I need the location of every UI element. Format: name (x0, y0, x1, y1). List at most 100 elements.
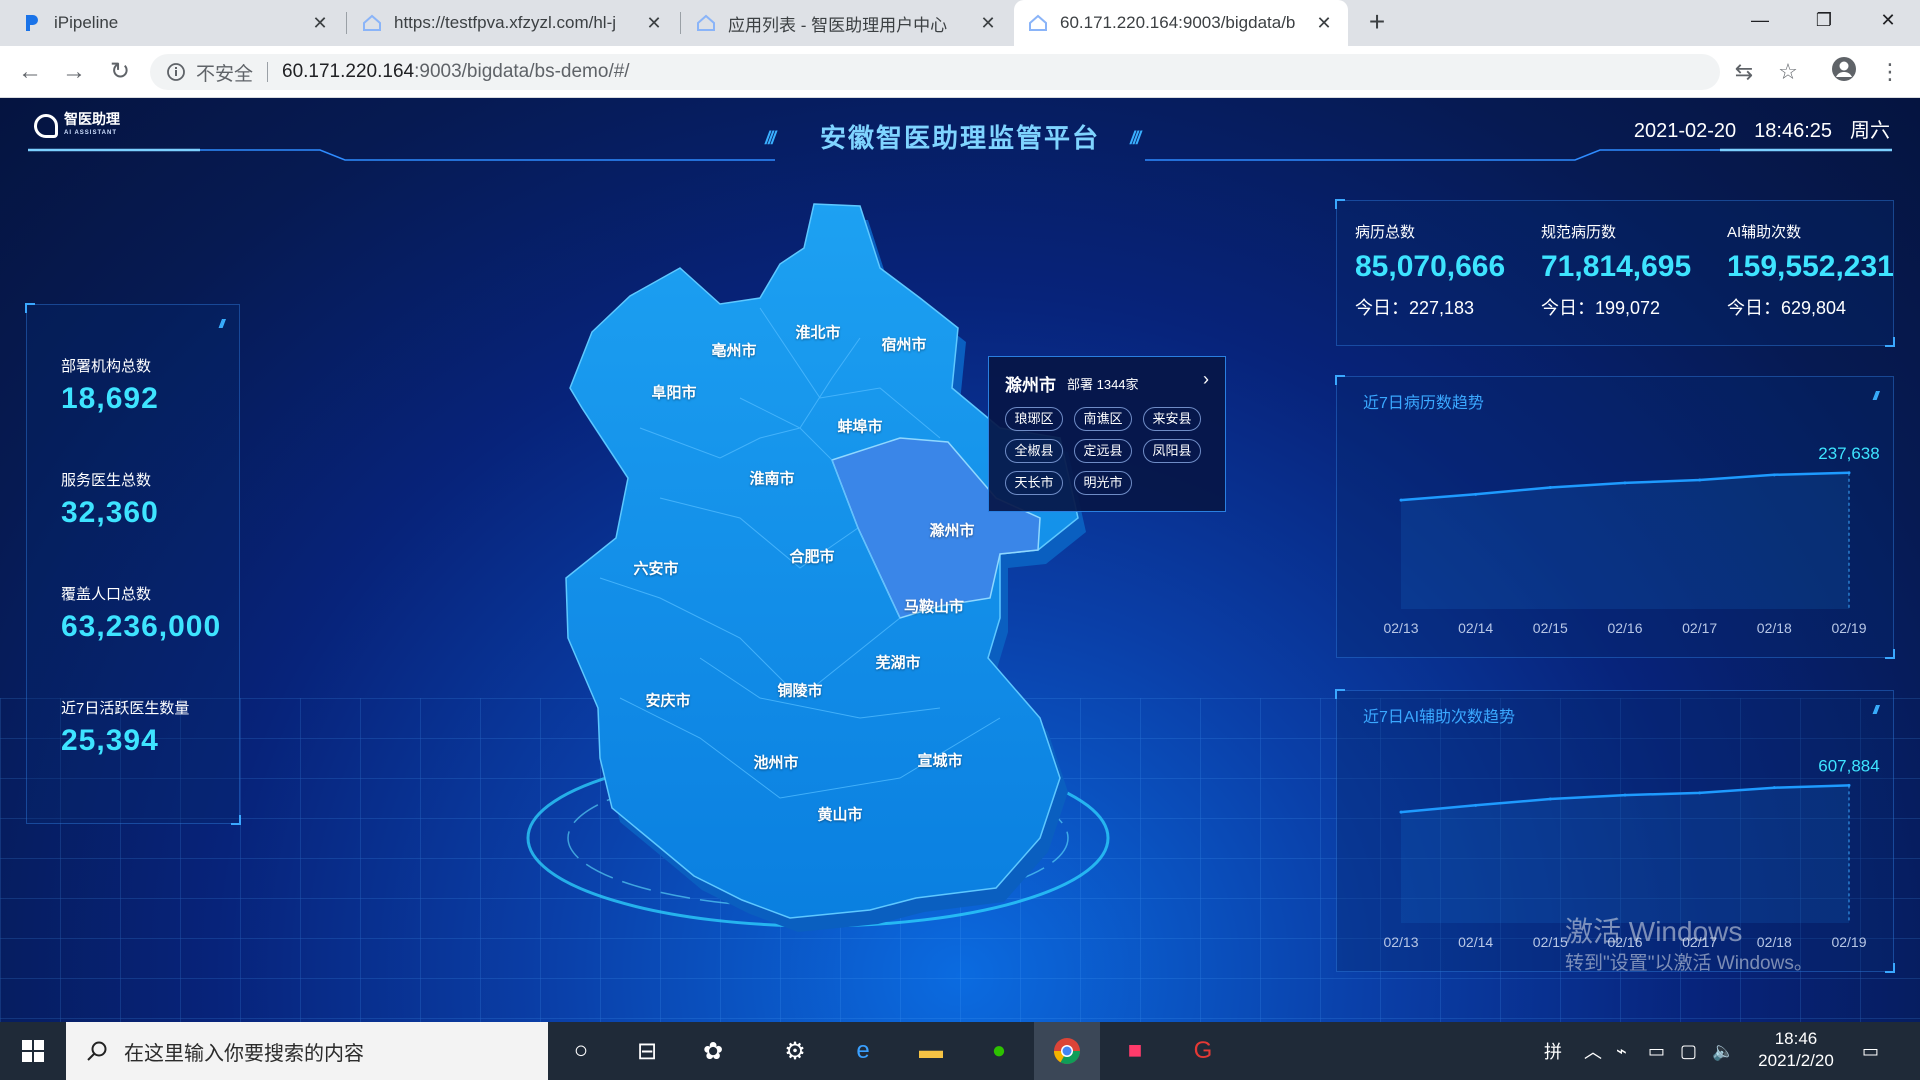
kpi-today-value: 629,804 (1781, 298, 1847, 318)
x-tick-label: 02/19 (1831, 620, 1866, 636)
kpi-today-label: 今日： (1355, 298, 1409, 318)
map-label-huaibei[interactable]: 淮北市 (795, 322, 840, 343)
tab-testfpva[interactable]: https://testfpva.xfzyzl.com/hl-j ✕ (348, 0, 678, 46)
site-icon (697, 14, 715, 31)
x-tick-label: 02/19 (1831, 934, 1866, 950)
close-icon[interactable]: ✕ (644, 13, 664, 34)
map-label-huangshan[interactable]: 黄山市 (817, 804, 862, 825)
kpi-label: 规范病历数 (1541, 224, 1617, 241)
ime-indicator[interactable]: 拼 (1544, 1022, 1562, 1080)
data-point (1698, 478, 1702, 482)
map-label-fuyang[interactable]: 阜阳市 (651, 382, 696, 403)
x-tick-label: 02/18 (1757, 620, 1792, 636)
district-chip[interactable]: 定远县 (1074, 439, 1132, 463)
bookmark-star-icon[interactable]: ☆ (1772, 56, 1804, 88)
close-icon[interactable]: ✕ (310, 13, 330, 34)
battery-icon[interactable]: ▭ (1648, 1022, 1665, 1080)
close-window-button[interactable]: ✕ (1860, 0, 1916, 40)
tray-chevron-up-icon[interactable]: ︿ (1584, 1022, 1602, 1080)
back-button[interactable]: ← (14, 56, 46, 88)
map-label-maanshan[interactable]: 马鞍山市 (904, 596, 964, 617)
clock-time: 18:46 (1774, 1029, 1818, 1048)
windows-activation-hint: 转到"设置"以激活 Windows。 (1565, 953, 1813, 974)
district-chip[interactable]: 凤阳县 (1143, 439, 1201, 463)
kpi-value: 71,814,695 (1541, 250, 1692, 283)
map-label-wuhu[interactable]: 芜湖市 (875, 652, 920, 673)
task-view-icon[interactable]: ⊟ (614, 1022, 680, 1080)
data-point (1474, 803, 1478, 807)
map-label-chuzhou[interactable]: 滁州市 (929, 520, 974, 541)
site-icon (1029, 14, 1047, 31)
close-icon[interactable]: ✕ (978, 13, 998, 34)
x-tick-label: 02/17 (1682, 620, 1717, 636)
cortana-icon[interactable]: ○ (548, 1022, 614, 1080)
tooltip-city: 滁州市 (1005, 376, 1056, 395)
kpi-today-label: 今日： (1541, 298, 1595, 318)
wechat-icon[interactable]: ● (966, 1022, 1032, 1080)
url-bar[interactable]: 不安全 60.171.220.164:9003/bigdata/bs-demo/… (150, 54, 1720, 90)
kpi-value: 159,552,231 (1727, 250, 1894, 283)
kpi-today-value: 199,072 (1595, 298, 1661, 318)
map-label-hefei[interactable]: 合肥市 (789, 546, 834, 567)
district-chip[interactable]: 南谯区 (1074, 407, 1132, 431)
close-icon[interactable]: ✕ (1314, 13, 1334, 34)
network-icon[interactable]: ⌁ (1616, 1022, 1627, 1080)
windows-logo-icon (22, 1040, 44, 1062)
tab-title: iPipeline (54, 13, 119, 32)
taskbar-search[interactable]: 在这里输入你要搜索的内容 (66, 1022, 548, 1080)
minimize-button[interactable]: — (1732, 0, 1788, 40)
intellij-icon[interactable]: ■ (1102, 1022, 1168, 1080)
tab-ipipeline[interactable]: iPipeline ✕ (8, 0, 344, 46)
notifications-icon[interactable]: ▭ (1862, 1022, 1879, 1080)
taskbar-clock[interactable]: 18:46 2021/2/20 (1748, 1028, 1844, 1072)
data-point (1623, 481, 1627, 485)
district-chip[interactable]: 来安县 (1143, 407, 1201, 431)
search-placeholder: 在这里输入你要搜索的内容 (124, 1042, 364, 1065)
tooltip-count: 部署 1344家 (1067, 377, 1139, 392)
chrome-icon[interactable] (1034, 1022, 1100, 1080)
district-chip[interactable]: 天长市 (1005, 471, 1063, 495)
app-pinwheel-icon[interactable]: ✿ (680, 1022, 746, 1080)
tab-title: 60.171.220.164:9003/bigdata/b (1060, 13, 1296, 32)
map-label-suzhou[interactable]: 宿州市 (881, 334, 926, 355)
district-chip[interactable]: 全椒县 (1005, 439, 1063, 463)
tab-app-list[interactable]: 应用列表 - 智医助理用户中心 ✕ (682, 0, 1012, 46)
kpi-ai-assists: AI辅助次数 159,552,231 今日：629,804 (1727, 221, 1894, 320)
new-tab-button[interactable]: + (1360, 6, 1394, 40)
data-point (1548, 797, 1552, 801)
district-chip[interactable]: 明光市 (1074, 471, 1132, 495)
chevron-right-icon[interactable]: › (1203, 369, 1209, 390)
records-trend-panel: 近7日病历数趋势 /// 237,638 02/13 02/14 02/15 02/16… (1335, 375, 1895, 659)
map-label-bengbu[interactable]: 蚌埠市 (837, 416, 882, 437)
tab-bigdata[interactable]: 60.171.220.164:9003/bigdata/b ✕ (1014, 0, 1348, 46)
edge-browser-icon[interactable]: e (830, 1022, 896, 1080)
url-host: 60.171.220.164 (282, 61, 415, 82)
map-label-chizhou[interactable]: 池州市 (753, 752, 798, 773)
translate-icon[interactable]: ⇆ (1728, 56, 1760, 88)
forward-button[interactable]: → (58, 56, 90, 88)
settings-gear-icon[interactable]: ⚙ (762, 1022, 828, 1080)
series-area (1401, 472, 1849, 609)
volume-icon[interactable]: 🔈 (1712, 1022, 1734, 1080)
reload-button[interactable]: ↻ (104, 56, 136, 88)
info-icon[interactable] (166, 62, 186, 82)
district-chip[interactable]: 琅琊区 (1005, 407, 1063, 431)
red-g-app-icon[interactable]: G (1170, 1022, 1236, 1080)
display-icon[interactable]: ▢ (1680, 1022, 1697, 1080)
map-label-bozhou[interactable]: 亳州市 (711, 340, 756, 361)
data-point (1698, 791, 1702, 795)
map-label-tongling[interactable]: 铜陵市 (777, 680, 822, 701)
data-point (1399, 498, 1403, 502)
clock-date: 2021/2/20 (1758, 1051, 1834, 1070)
search-icon (87, 1041, 107, 1061)
start-button[interactable] (0, 1022, 66, 1080)
map-label-luan[interactable]: 六安市 (633, 558, 678, 579)
data-label: 607,884 (1818, 756, 1879, 775)
map-label-huainan[interactable]: 淮南市 (749, 468, 794, 489)
map-label-anqing[interactable]: 安庆市 (645, 690, 690, 711)
maximize-button[interactable]: ❐ (1796, 0, 1852, 40)
file-explorer-icon[interactable]: ▬ (898, 1022, 964, 1080)
map-label-xuancheng[interactable]: 宣城市 (917, 750, 962, 771)
profile-icon[interactable] (1828, 56, 1860, 88)
menu-kebab-icon[interactable]: ⋮ (1874, 56, 1906, 88)
